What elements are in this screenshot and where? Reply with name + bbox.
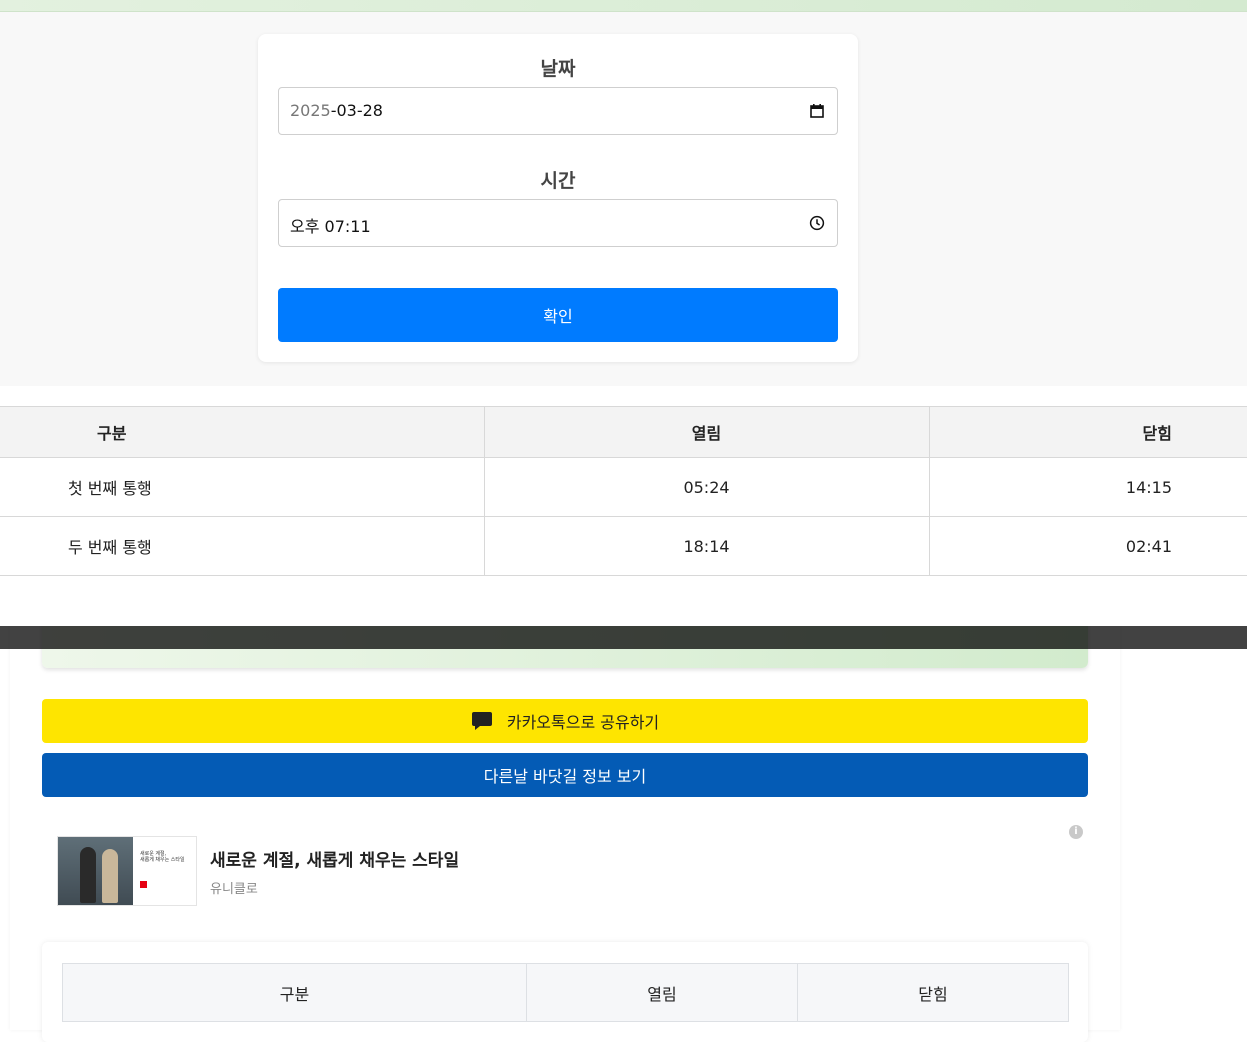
column-header-open: 열림 <box>483 406 929 458</box>
passage-name: 첫 번째 통행 <box>0 457 484 517</box>
ad-thumbnail-text: 새로운 계절, 새롭게 채우는 스타일 <box>140 851 185 863</box>
clock-icon[interactable] <box>809 215 825 235</box>
close-time: 14:15 <box>928 457 1247 517</box>
calendar-icon[interactable] <box>809 103 825 123</box>
kakao-share-label: 카카오톡으로 공유하기 <box>506 713 660 732</box>
advertisement[interactable]: 새로운 계절, 새롭게 채우는 스타일 새로운 계절, 새롭게 채우는 스타일 … <box>57 825 1087 908</box>
close-time: 02:41 <box>928 516 1247 576</box>
other-day-info-label: 다른날 바닷길 정보 보기 <box>483 767 647 786</box>
speech-bubble-icon <box>471 710 493 732</box>
info-icon[interactable]: i <box>1069 825 1083 839</box>
column-header-close: 닫힘 <box>797 963 1069 1022</box>
ad-brand: 유니클로 <box>210 882 258 897</box>
tide-result-table: 구분 열림 닫힘 첫 번째 통행 05:24 14:15 두 번째 통행 18:… <box>0 406 1247 576</box>
time-label: 시간 <box>540 170 576 192</box>
date-value: 2025-03-28 <box>290 101 383 120</box>
date-time-form: 날짜 2025-03-28 시간 오후 07:11 확인 <box>258 34 858 362</box>
tide-table-background: 구분 열림 닫힘 <box>62 963 1069 1022</box>
time-input[interactable]: 오후 07:11 <box>278 199 838 247</box>
date-time-modal: 날짜 2025-03-28 시간 오후 07:11 확인 <box>0 0 1247 386</box>
other-day-info-button[interactable]: 다른날 바닷길 정보 보기 <box>42 753 1088 797</box>
date-input[interactable]: 2025-03-28 <box>278 87 838 135</box>
table-row: 두 번째 통행 18:14 02:41 <box>0 516 1247 576</box>
kakao-share-button[interactable]: 카카오톡으로 공유하기 <box>42 699 1088 743</box>
column-header-open: 열림 <box>526 963 798 1022</box>
modal-header-strip <box>0 0 1247 12</box>
passage-name: 두 번째 통행 <box>0 516 484 576</box>
confirm-button[interactable]: 확인 <box>278 288 838 342</box>
brand-logo <box>140 881 147 888</box>
time-value: 오후 07:11 <box>290 217 371 236</box>
ad-thumbnail[interactable]: 새로운 계절, 새롭게 채우는 스타일 <box>57 836 197 906</box>
open-time: 18:14 <box>483 516 929 576</box>
date-label: 날짜 <box>540 58 576 80</box>
ad-photo <box>58 837 133 905</box>
table-row: 첫 번째 통행 05:24 14:15 <box>0 457 1247 517</box>
confirm-label: 확인 <box>543 307 573 326</box>
open-time: 05:24 <box>483 457 929 517</box>
ad-title[interactable]: 새로운 계절, 새롭게 채우는 스타일 <box>210 846 459 871</box>
column-header-category: 구분 <box>0 406 484 458</box>
column-header-category: 구분 <box>62 963 527 1022</box>
column-header-close: 닫힘 <box>928 406 1247 458</box>
table-header-row: 구분 열림 닫힘 <box>0 406 1247 458</box>
